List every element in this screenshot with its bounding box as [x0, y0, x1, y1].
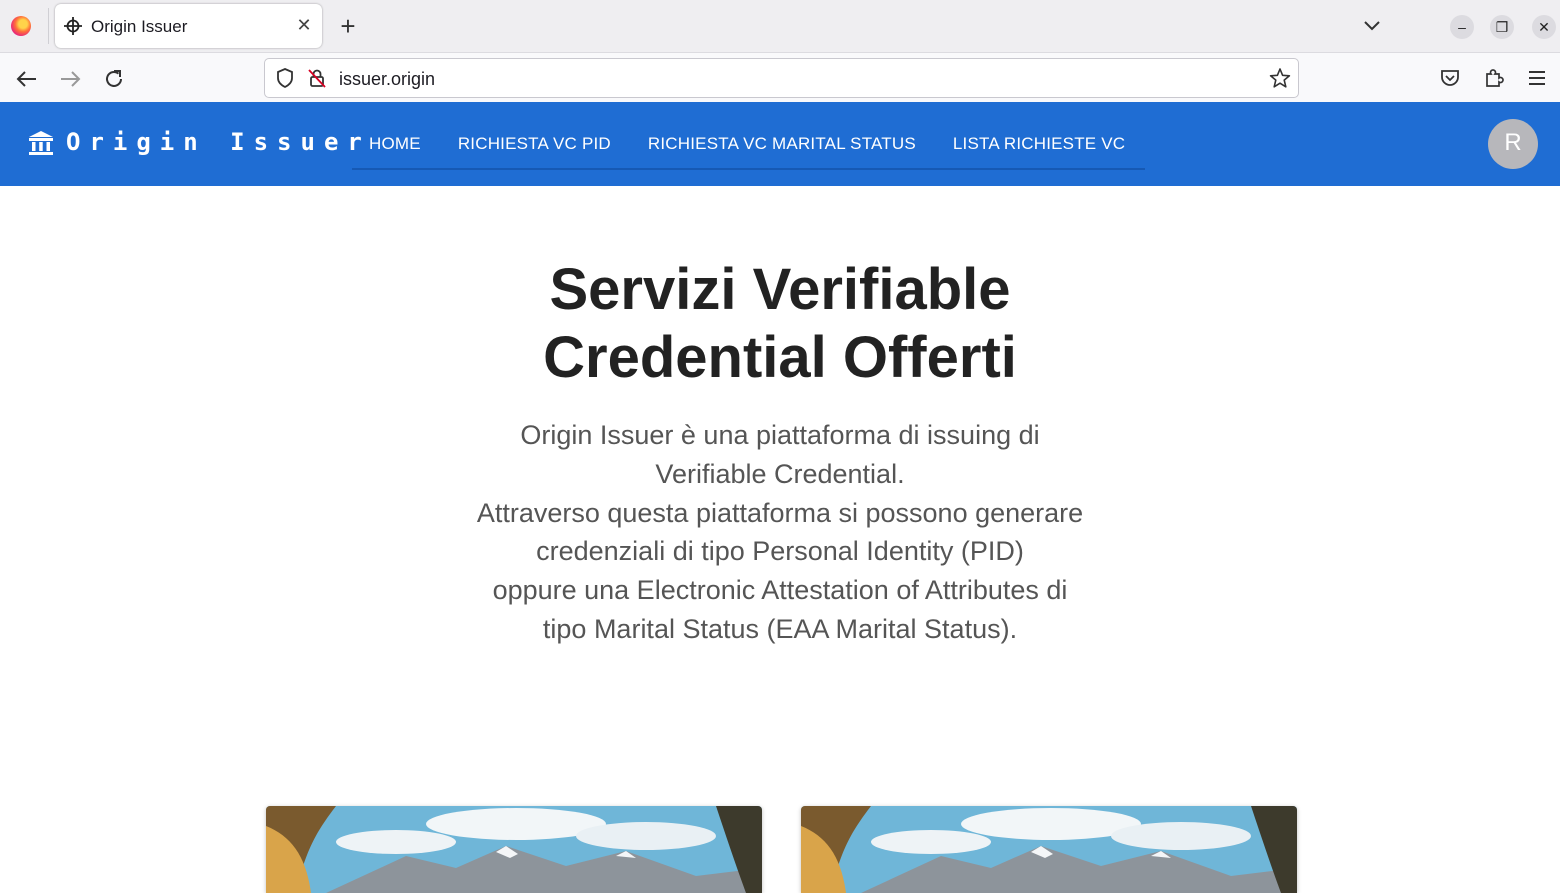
hero-description: Origin Issuer è una piattaforma di issui…	[430, 416, 1130, 649]
crosshair-icon	[64, 17, 82, 35]
pocket-icon[interactable]	[1439, 67, 1461, 89]
brand-name[interactable]: Origin Issuer	[66, 128, 371, 156]
page-title: Servizi Verifiable Credential Offerti	[543, 257, 1017, 390]
close-icon[interactable]: ✕	[293, 14, 315, 36]
reload-icon[interactable]	[101, 66, 127, 92]
minimize-button[interactable]: –	[1450, 15, 1474, 39]
nav-home[interactable]: HOME	[352, 122, 441, 168]
shield-icon[interactable]	[275, 68, 295, 88]
puzzle-icon[interactable]	[1483, 67, 1505, 89]
app-header: Origin Issuer HOME RICHIESTA VC PID RICH…	[0, 102, 1560, 186]
browser-tab-bar: Origin Issuer ✕ + – ❐ ✕	[0, 0, 1560, 52]
nav-lista-richieste-vc[interactable]: LISTA RICHIESTE VC	[936, 122, 1145, 168]
mountain-image	[266, 806, 762, 893]
arrow-left-icon[interactable]	[14, 66, 40, 92]
hero-line: Origin Issuer è una piattaforma di issui…	[520, 420, 1040, 450]
hamburger-icon[interactable]	[1526, 67, 1548, 89]
lock-slash-icon[interactable]	[307, 68, 327, 88]
tab-separator	[48, 8, 49, 44]
hero-line: tipo Marital Status (EAA Marital Status)…	[542, 613, 1018, 644]
hero-line: Attraverso questa piattaforma si possono…	[476, 497, 1084, 528]
nav-richiesta-vc-pid[interactable]: RICHIESTA VC PID	[441, 122, 631, 168]
hero-line: credenziali di tipo Personal Identity (P…	[536, 536, 1024, 567]
service-card-marital-status[interactable]	[801, 806, 1297, 893]
plus-icon[interactable]: +	[336, 13, 360, 39]
close-window-button[interactable]: ✕	[1532, 15, 1556, 39]
browser-tab[interactable]: Origin Issuer ✕	[55, 4, 322, 48]
mountain-image	[801, 806, 1297, 893]
arrow-right-icon[interactable]	[57, 66, 83, 92]
hero-line: oppure una Electronic Attestation of Att…	[492, 575, 1068, 606]
nav-richiesta-vc-marital-status[interactable]: RICHIESTA VC MARITAL STATUS	[631, 122, 936, 168]
avatar[interactable]: R	[1488, 119, 1538, 169]
firefox-icon[interactable]	[11, 16, 31, 36]
bank-icon	[29, 131, 53, 155]
hero-line: Verifiable Credential.	[655, 458, 905, 489]
service-card-pid[interactable]	[266, 806, 762, 893]
star-icon[interactable]	[1269, 67, 1291, 89]
main-nav: HOME RICHIESTA VC PID RICHIESTA VC MARIT…	[352, 122, 1146, 170]
chevron-down-icon[interactable]	[1361, 14, 1383, 36]
address-bar[interactable]: issuer.origin	[264, 58, 1299, 98]
restore-button[interactable]: ❐	[1490, 15, 1514, 39]
browser-toolbar: issuer.origin	[0, 52, 1560, 102]
tab-title: Origin Issuer	[91, 17, 188, 36]
url-text[interactable]: issuer.origin	[339, 69, 435, 90]
